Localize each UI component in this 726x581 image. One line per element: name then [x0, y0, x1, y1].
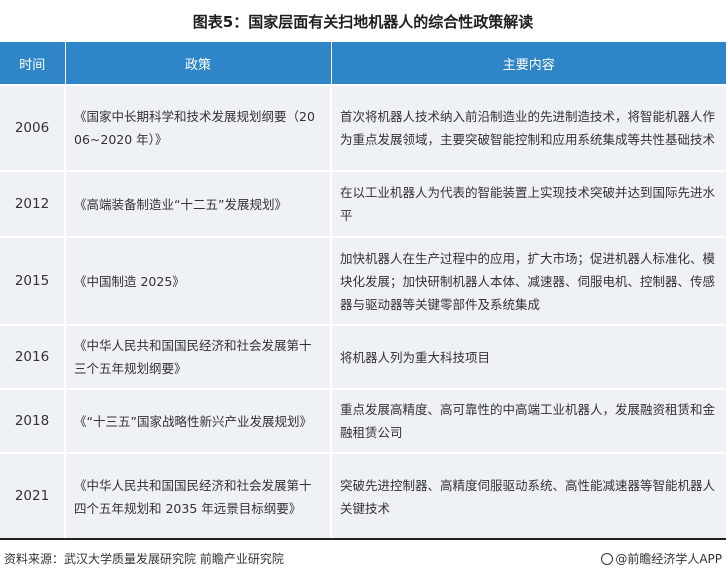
- brand-label: @前瞻经济学人APP: [615, 552, 722, 566]
- chart-title: 图表5：国家层面有关扫地机器人的综合性政策解读: [192, 13, 534, 31]
- policy-cell: 《中华人民共和国国民经济和社会发展第十三个五年规划纲要》: [65, 324, 332, 389]
- header-content: 主要内容: [331, 42, 726, 85]
- year-cell: 2006: [0, 84, 66, 171]
- footer-divider: [0, 538, 726, 540]
- header-year: 时间: [0, 42, 66, 85]
- year-cell: 2016: [0, 324, 66, 389]
- year-cell: 2012: [0, 170, 66, 237]
- table-row: 2015 《中国制造 2025》 加快机器人在生产过程中的应用，扩大市场；促进机…: [0, 236, 726, 325]
- policy-table: 时间 政策 主要内容 2006 《国家中长期科学和技术发展规划纲要（2006~2…: [0, 42, 726, 539]
- year-cell: 2018: [0, 388, 66, 453]
- policy-cell: 《“十三五”国家战略性新兴产业发展规划》: [65, 388, 332, 453]
- content-cell: 突破先进控制器、高精度伺服驱动系统、高性能减速器等智能机器人关键技术: [331, 452, 726, 539]
- policy-cell: 《中国制造 2025》: [65, 236, 332, 325]
- policy-cell: 《中华人民共和国国民经济和社会发展第十四个五年规划和 2035 年远景目标纲要》: [65, 452, 332, 539]
- header-policy: 政策: [65, 42, 332, 85]
- policy-cell: 《国家中长期科学和技术发展规划纲要（2006~2020 年）》: [65, 84, 332, 171]
- brand-logo-icon: [601, 553, 614, 565]
- table-row: 2021 《中华人民共和国国民经济和社会发展第十四个五年规划和 2035 年远景…: [0, 452, 726, 539]
- year-cell: 2015: [0, 236, 66, 325]
- content-cell: 首次将机器人技术纳入前沿制造业的先进制造技术，将智能机器人作为重点发展领域，主要…: [331, 84, 726, 171]
- table-row: 2018 《“十三五”国家战略性新兴产业发展规划》 重点发展高精度、高可靠性的中…: [0, 388, 726, 453]
- policy-cell: 《高端装备制造业“十二五”发展规划》: [65, 170, 332, 237]
- year-cell: 2021: [0, 452, 66, 539]
- table-header-row: 时间 政策 主要内容: [0, 42, 726, 85]
- content-cell: 重点发展高精度、高可靠性的中高端工业机器人，发展融资租赁和金融租赁公司: [331, 388, 726, 453]
- source-note: 资料来源：武汉大学质量发展研究院 前瞻产业研究院: [4, 552, 284, 566]
- brand-credit: @前瞻经济学人APP: [601, 550, 722, 567]
- content-cell: 将机器人列为重大科技项目: [331, 324, 726, 389]
- table-row: 2006 《国家中长期科学和技术发展规划纲要（2006~2020 年）》 首次将…: [0, 84, 726, 171]
- table-row: 2016 《中华人民共和国国民经济和社会发展第十三个五年规划纲要》 将机器人列为…: [0, 324, 726, 389]
- content-cell: 加快机器人在生产过程中的应用，扩大市场；促进机器人标准化、模块化发展；加快研制机…: [331, 236, 726, 325]
- content-cell: 在以工业机器人为代表的智能装置上实现技术突破并达到国际先进水平: [331, 170, 726, 237]
- table-row: 2012 《高端装备制造业“十二五”发展规划》 在以工业机器人为代表的智能装置上…: [0, 170, 726, 237]
